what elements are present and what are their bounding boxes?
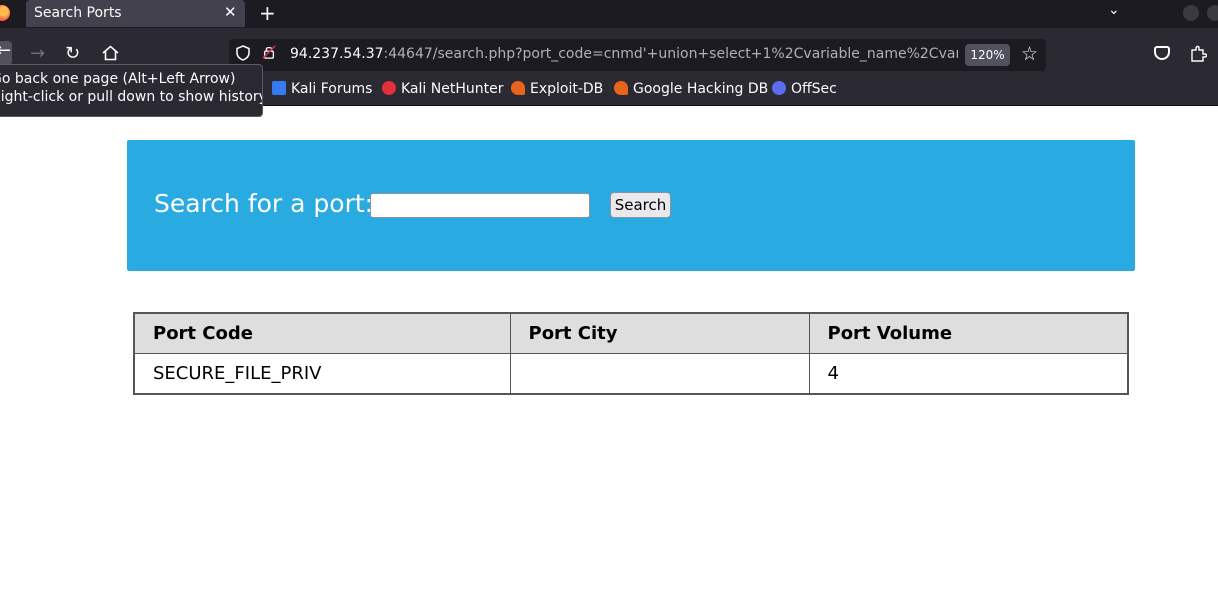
search-label: Search for a port:: [154, 189, 374, 218]
results-table: Port Code Port City Port Volume SECURE_F…: [133, 312, 1129, 395]
back-button-tooltip: Go back one page (Alt+Left Arrow) Right-…: [0, 64, 263, 117]
column-header-port-volume: Port Volume: [808, 312, 1129, 354]
bookmark-star-icon[interactable]: ☆: [1021, 43, 1038, 65]
zoom-level-badge[interactable]: 120%: [965, 44, 1010, 66]
table-header-row: Port Code Port City Port Volume: [133, 312, 1129, 354]
list-all-tabs-icon[interactable]: ⌄: [1108, 2, 1120, 18]
bookmark-exploit-db[interactable]: Exploit-DB: [511, 81, 603, 97]
bookmark-label: Exploit-DB: [530, 81, 604, 97]
pocket-icon[interactable]: [1154, 46, 1170, 60]
search-button[interactable]: Search: [610, 192, 671, 218]
reload-icon[interactable]: ↻: [65, 44, 80, 64]
search-panel: Search for a port: Search: [127, 140, 1135, 271]
port-search-input[interactable]: [370, 193, 590, 218]
bookmark-label: Kali NetHunter: [401, 81, 504, 97]
address-bar[interactable]: 94.237.54.37:44647/search.php?port_code=…: [229, 39, 1046, 71]
cell-port-code: SECURE_FILE_PRIV: [133, 352, 511, 395]
nethunter-icon: [382, 81, 396, 95]
cell-port-volume: 4: [808, 352, 1129, 395]
firefox-logo-icon[interactable]: [0, 5, 10, 21]
tab-title: Search Ports: [34, 5, 122, 21]
maximize-window-button[interactable]: [1207, 5, 1218, 21]
bookmark-kali-nethunter[interactable]: Kali NetHunter: [382, 81, 503, 97]
url-host: 94.237.54.37: [290, 46, 384, 62]
back-arrow-icon[interactable]: ←: [0, 41, 12, 65]
tooltip-line-1: Go back one page (Alt+Left Arrow): [0, 71, 236, 87]
bookmark-label: Google Hacking DB: [633, 81, 769, 97]
exploit-db-icon: [511, 81, 525, 95]
home-icon[interactable]: [102, 45, 119, 61]
table-row: SECURE_FILE_PRIV 4: [133, 352, 1129, 395]
column-header-port-city: Port City: [509, 312, 810, 354]
forward-arrow-icon[interactable]: →: [30, 44, 45, 64]
bookmark-label: OffSec: [791, 81, 837, 97]
bookmark-offsec[interactable]: OffSec: [772, 81, 837, 97]
close-tab-icon[interactable]: ✕: [224, 3, 237, 21]
extensions-icon[interactable]: [1190, 45, 1207, 62]
tracking-protection-shield-icon[interactable]: [236, 45, 250, 65]
bookmark-label: Kali Forums: [291, 81, 373, 97]
url-path: :44647/search.php?port_code=cnmd'+union+…: [383, 46, 958, 62]
insecure-lock-icon[interactable]: [262, 45, 276, 59]
bookmark-google-hacking-db[interactable]: Google Hacking DB: [614, 81, 768, 97]
column-header-port-code: Port Code: [133, 312, 511, 354]
new-tab-icon[interactable]: +: [259, 1, 276, 25]
tab-search-ports[interactable]: Search Ports ✕: [26, 0, 245, 27]
cell-port-city: [509, 352, 810, 395]
url-text[interactable]: 94.237.54.37:44647/search.php?port_code=…: [290, 46, 958, 62]
tooltip-line-2: Right-click or pull down to show history: [0, 89, 263, 105]
minimize-window-button[interactable]: [1183, 5, 1199, 21]
bookmark-kali-forums[interactable]: Kali Forums: [272, 81, 372, 97]
kali-dragon-icon: [272, 81, 286, 95]
offsec-icon: [772, 81, 786, 95]
tab-strip: Search Ports ✕ + ⌄: [0, 0, 1218, 28]
ghdb-icon: [614, 81, 628, 95]
